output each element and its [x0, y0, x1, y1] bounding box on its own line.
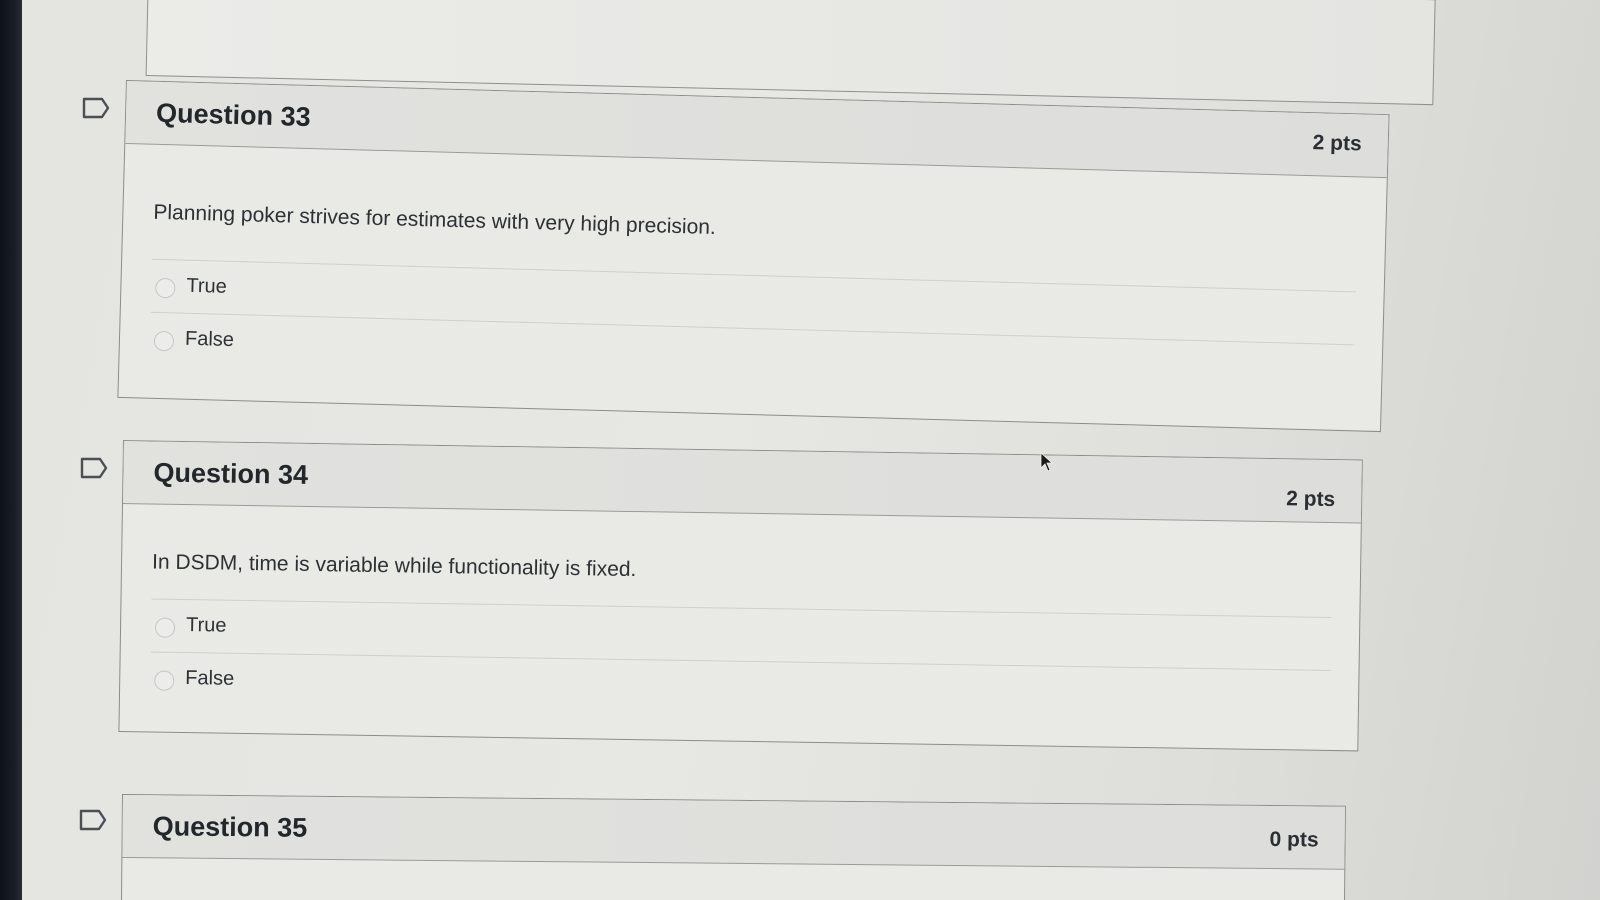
answer-label: True	[185, 614, 227, 637]
question-title: Question 34	[153, 457, 309, 490]
mouse-pointer-icon	[1040, 452, 1054, 472]
question-34-card: Question 34 2 pts In DSDM, time is varia…	[118, 440, 1363, 752]
question-35-header: Question 35 0 pts	[122, 795, 1345, 870]
question-points: 0 pts	[1269, 828, 1319, 852]
flag-question-33-icon[interactable]	[82, 97, 110, 119]
question-title: Question 33	[155, 97, 312, 133]
radio-button[interactable]	[154, 617, 176, 638]
question-points: 2 pts	[1312, 131, 1363, 156]
answer-label: True	[186, 274, 228, 298]
radio-button[interactable]	[153, 330, 175, 352]
question-33-body: Planning poker strives for estimates wit…	[119, 144, 1386, 398]
quiz-page: Question 33 2 pts Planning poker strives…	[22, 0, 1600, 900]
flag-question-34-icon[interactable]	[80, 457, 108, 479]
answer-label: False	[184, 327, 235, 352]
radio-button[interactable]	[155, 277, 176, 299]
question-title: Question 35	[152, 811, 308, 843]
radio-button[interactable]	[154, 670, 175, 691]
question-33-card: Question 33 2 pts Planning poker strives…	[117, 80, 1390, 433]
question-35-card: Question 35 0 pts	[120, 794, 1346, 900]
flag-question-35-icon[interactable]	[79, 809, 107, 831]
question-points: 2 pts	[1286, 487, 1336, 512]
screen-bezel	[0, 0, 22, 900]
question-text: In DSDM, time is variable while function…	[151, 504, 1333, 619]
question-34-body: In DSDM, time is variable while function…	[120, 504, 1361, 723]
answer-label: False	[185, 667, 235, 690]
